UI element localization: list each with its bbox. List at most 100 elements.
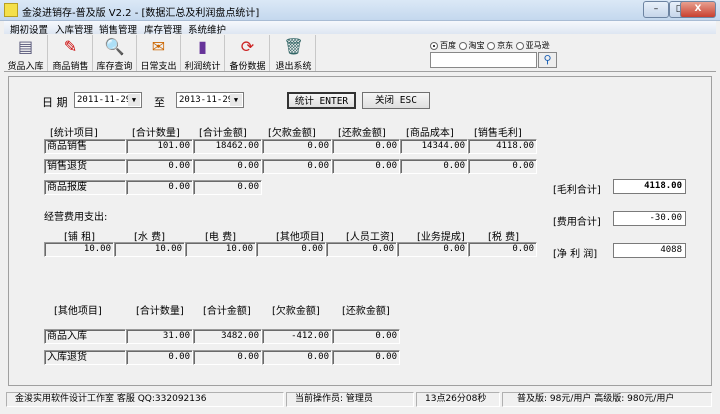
sales-cell: 0.00 — [262, 139, 332, 154]
sales-cell: 101.00 — [126, 139, 193, 154]
bar-chart-icon: ▮ — [198, 37, 207, 56]
search-engine-radios: 百度 淘宝 京东 亚马逊 — [430, 40, 550, 51]
toolbar-button-2[interactable]: 🔍 库存查询 — [93, 35, 137, 72]
other-cell: 商品入库 — [44, 329, 126, 344]
date-from-picker[interactable]: 2011-11-29 ▼ — [74, 92, 142, 108]
toolbar-button-3[interactable]: ✉ 日常支出 — [137, 35, 181, 72]
sales-cell: 0.00 — [262, 159, 332, 174]
summary-value: 4088 — [613, 243, 686, 258]
expense-cell: 0.00 — [326, 242, 397, 257]
expense-cell: 0.00 — [256, 242, 326, 257]
expense-header: [水 费] — [134, 232, 165, 243]
sales-cell: 0.00 — [126, 180, 193, 195]
search-input[interactable] — [430, 52, 537, 68]
stat-button[interactable]: 统计 ENTER — [287, 92, 356, 109]
status-time: 13点26分08秒 — [416, 392, 500, 407]
sales-cell: 14344.00 — [400, 139, 468, 154]
expense-cell: 10.00 — [185, 242, 256, 257]
other-cell: 0.00 — [332, 350, 400, 365]
other-cell: 入库退货 — [44, 350, 126, 365]
summary-value: -30.00 — [613, 211, 686, 226]
toolbar-label: 利润统计 — [184, 62, 221, 72]
toolbar-label: 货品入库 — [7, 62, 44, 72]
radio-label: 百度 — [440, 41, 456, 50]
sales-cell: 4118.00 — [468, 139, 537, 154]
other-cell: -412.00 — [262, 329, 332, 344]
sales-cell: 18462.00 — [193, 139, 262, 154]
sales-header: [统计项目] — [50, 128, 98, 139]
toolbar-label: 退出系统 — [275, 62, 312, 72]
summary-label: [净 利 润] — [553, 249, 598, 260]
date-to-picker[interactable]: 2013-11-29 ▼ — [176, 92, 244, 108]
close-button[interactable]: X — [680, 1, 716, 18]
other-cell: 0.00 — [126, 350, 193, 365]
trash-icon: 🗑 — [283, 37, 304, 56]
expense-header: [电 费] — [205, 232, 236, 243]
date-label: 日 期 — [42, 96, 68, 109]
toolbar-button-6[interactable]: 🗑 退出系统 — [272, 35, 316, 72]
toolbar-button-4[interactable]: ▮ 利润统计 — [181, 35, 225, 72]
sales-cell: 0.00 — [400, 159, 468, 174]
radio-baidu[interactable] — [430, 41, 438, 50]
summary-label: [毛利合计] — [553, 185, 601, 196]
minimize-button[interactable]: – — [643, 1, 669, 18]
magnifier-icon: 🔍 — [104, 37, 125, 56]
radio-label: 京东 — [497, 41, 514, 50]
expense-header: [铺 租] — [64, 232, 95, 243]
other-header: [还款金额] — [342, 306, 390, 317]
toolbar-label: 日常支出 — [140, 62, 177, 72]
expense-cell: 10.00 — [114, 242, 185, 257]
pen-icon: ✎ — [63, 37, 78, 56]
sales-cell: 0.00 — [193, 159, 262, 174]
sales-cell: 商品报废 — [44, 180, 126, 195]
toolbar-button-1[interactable]: ✎ 商品销售 — [49, 35, 93, 72]
radio-jd[interactable] — [487, 41, 496, 50]
chevron-down-icon[interactable]: ▼ — [128, 94, 140, 106]
sales-cell: 0.00 — [126, 159, 193, 174]
refresh-icon: ⟳ — [240, 37, 255, 56]
radio-taobao[interactable] — [458, 41, 467, 50]
date-from-value: 2011-11-29 — [77, 95, 132, 105]
sales-header: [销售毛利] — [474, 128, 522, 139]
sales-cell: 0.00 — [468, 159, 537, 174]
date-to-label: 至 — [154, 96, 165, 109]
document-icon: ▤ — [17, 37, 34, 56]
date-to-value: 2013-11-29 — [179, 95, 234, 105]
expense-header: [税 费] — [488, 232, 519, 243]
toolbar-label: 商品销售 — [52, 62, 89, 72]
close-esc-button[interactable]: 关闭 ESC — [362, 92, 430, 109]
other-cell: 0.00 — [193, 350, 262, 365]
sales-cell: 0.00 — [332, 139, 400, 154]
other-cell: 31.00 — [126, 329, 193, 344]
sales-header: [合计数量] — [132, 128, 180, 139]
toolbar-label: 库存查询 — [96, 62, 133, 72]
summary-label: [费用合计] — [553, 217, 601, 228]
expense-cell: 0.00 — [397, 242, 468, 257]
app-icon — [4, 3, 18, 17]
other-cell: 0.00 — [332, 329, 400, 344]
window-title: 金浚进销存-普及版 V2.2 - [数据汇总及利润盘点统计] — [22, 8, 260, 19]
sales-cell: 0.00 — [332, 159, 400, 174]
sales-header: [欠款金额] — [268, 128, 316, 139]
other-header: [欠款金额] — [272, 306, 320, 317]
sales-cell: 销售退货 — [44, 159, 126, 174]
expense-header: [人员工资] — [346, 232, 394, 243]
status-company: 金浚实用软件设计工作室 客服 QQ:332092136 — [6, 392, 284, 407]
radio-label: 亚马逊 — [525, 41, 550, 50]
chevron-down-icon[interactable]: ▼ — [230, 94, 242, 106]
other-header: [合计金额] — [203, 306, 251, 317]
search-icon[interactable]: ⚲ — [538, 52, 557, 68]
other-cell: 3482.00 — [193, 329, 262, 344]
sales-header: [商品成本] — [406, 128, 454, 139]
other-header: [合计数量] — [136, 306, 184, 317]
expense-header: [业务提成] — [417, 232, 465, 243]
envelope-icon: ✉ — [151, 37, 166, 56]
other-header: [其他项目] — [54, 306, 102, 317]
radio-amazon[interactable] — [515, 41, 524, 50]
toolbar-button-0[interactable]: ▤ 货品入库 — [4, 35, 48, 72]
expense-cell: 0.00 — [468, 242, 537, 257]
other-cell: 0.00 — [262, 350, 332, 365]
radio-label: 淘宝 — [468, 41, 485, 50]
toolbar-button-5[interactable]: ⟳ 备份数据 — [226, 35, 270, 72]
status-price: 普及版: 98元/用户 高级版: 980元/用户 — [502, 392, 712, 407]
